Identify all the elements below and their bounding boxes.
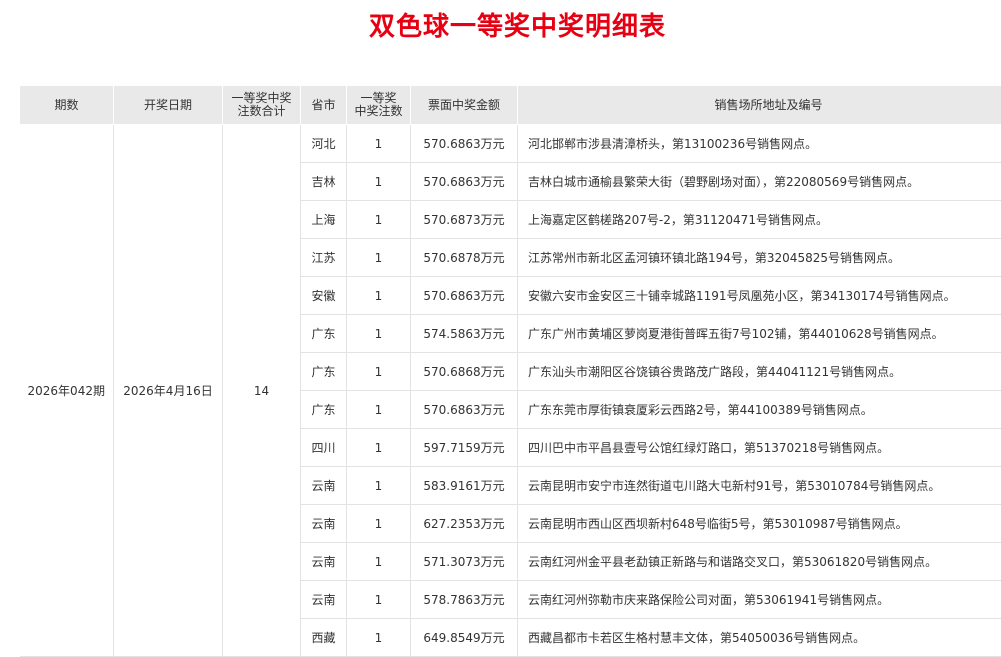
amount-cell: 574.5863万元 — [411, 315, 518, 353]
address-cell: 江苏常州市新北区孟河镇环镇北路194号，第32045825号销售网点。 — [518, 239, 1001, 277]
address-cell: 河北邯郸市涉县清漳桥头，第13100236号销售网点。 — [518, 125, 1001, 163]
count-cell: 1 — [347, 239, 411, 277]
province-cell: 河北 — [301, 125, 347, 163]
amount-cell: 597.7159万元 — [411, 429, 518, 467]
address-cell: 安徽六安市金安区三十铺幸城路1191号凤凰苑小区，第34130174号销售网点。 — [518, 277, 1001, 315]
count-cell: 1 — [347, 201, 411, 239]
header-address: 销售场所地址及编号 — [518, 86, 1001, 125]
amount-cell: 570.6863万元 — [411, 163, 518, 201]
amount-cell: 570.6863万元 — [411, 277, 518, 315]
amount-cell: 571.3073万元 — [411, 543, 518, 581]
province-cell: 云南 — [301, 467, 347, 505]
amount-cell: 583.9161万元 — [411, 467, 518, 505]
province-cell: 四川 — [301, 429, 347, 467]
province-cell: 江苏 — [301, 239, 347, 277]
total-winners-cell: 14 — [223, 125, 301, 657]
amount-cell: 627.2353万元 — [411, 505, 518, 543]
amount-cell: 570.6868万元 — [411, 353, 518, 391]
province-cell: 上海 — [301, 201, 347, 239]
header-period: 期数 — [20, 86, 114, 125]
page-title: 双色球一等奖中奖明细表 — [0, 6, 1001, 43]
province-cell: 广东 — [301, 315, 347, 353]
province-cell: 云南 — [301, 543, 347, 581]
address-cell: 四川巴中市平昌县壹号公馆红绿灯路口，第51370218号销售网点。 — [518, 429, 1001, 467]
header-total-winners: 一等奖中奖 注数合计 — [223, 86, 301, 125]
table-body: 2026年042期2026年4月16日14河北1570.6863万元河北邯郸市涉… — [20, 125, 1001, 657]
address-cell: 云南昆明市西山区西坝新村648号临街5号，第53010987号销售网点。 — [518, 505, 1001, 543]
count-cell: 1 — [347, 467, 411, 505]
table-row: 2026年042期2026年4月16日14河北1570.6863万元河北邯郸市涉… — [20, 125, 1001, 163]
count-cell: 1 — [347, 277, 411, 315]
province-cell: 西藏 — [301, 619, 347, 657]
province-cell: 安徽 — [301, 277, 347, 315]
amount-cell: 649.8549万元 — [411, 619, 518, 657]
header-count: 一等奖 中奖注数 — [347, 86, 411, 125]
count-cell: 1 — [347, 505, 411, 543]
address-cell: 吉林白城市通榆县繁荣大街（碧野剧场对面），第22080569号销售网点。 — [518, 163, 1001, 201]
header-date: 开奖日期 — [114, 86, 223, 125]
province-cell: 广东 — [301, 353, 347, 391]
address-cell: 上海嘉定区鹤槎路207号-2，第31120471号销售网点。 — [518, 201, 1001, 239]
province-cell: 云南 — [301, 505, 347, 543]
amount-cell: 570.6863万元 — [411, 125, 518, 163]
count-cell: 1 — [347, 125, 411, 163]
amount-cell: 570.6863万元 — [411, 391, 518, 429]
province-cell: 云南 — [301, 581, 347, 619]
table-header: 期数 开奖日期 一等奖中奖 注数合计 省市 一等奖 中奖注数 票面中奖金额 销售… — [20, 86, 1001, 125]
header-total-line1: 一等奖中奖 — [231, 91, 291, 105]
amount-cell: 578.7863万元 — [411, 581, 518, 619]
address-cell: 云南红河州弥勒市庆来路保险公司对面，第53061941号销售网点。 — [518, 581, 1001, 619]
address-cell: 广东东莞市厚街镇衰厦彩云西路2号，第44100389号销售网点。 — [518, 391, 1001, 429]
count-cell: 1 — [347, 581, 411, 619]
header-amount: 票面中奖金额 — [411, 86, 518, 125]
header-count-line2: 中奖注数 — [354, 104, 402, 118]
province-cell: 吉林 — [301, 163, 347, 201]
draw-date-cell: 2026年4月16日 — [114, 125, 223, 657]
header-row: 期数 开奖日期 一等奖中奖 注数合计 省市 一等奖 中奖注数 票面中奖金额 销售… — [20, 86, 1001, 125]
address-cell: 云南红河州金平县老勐镇正新路与和谐路交叉口，第53061820号销售网点。 — [518, 543, 1001, 581]
header-count-line1: 一等奖 — [360, 91, 396, 105]
count-cell: 1 — [347, 429, 411, 467]
count-cell: 1 — [347, 315, 411, 353]
amount-cell: 570.6873万元 — [411, 201, 518, 239]
address-cell: 广东汕头市潮阳区谷饶镇谷贵路茂广路段，第44041121号销售网点。 — [518, 353, 1001, 391]
header-total-line2: 注数合计 — [237, 104, 285, 118]
winners-table: 期数 开奖日期 一等奖中奖 注数合计 省市 一等奖 中奖注数 票面中奖金额 销售… — [19, 85, 1001, 657]
count-cell: 1 — [347, 391, 411, 429]
period-cell: 2026年042期 — [20, 125, 114, 657]
province-cell: 广东 — [301, 391, 347, 429]
address-cell: 西藏昌都市卡若区生格村慧丰文体，第54050036号销售网点。 — [518, 619, 1001, 657]
count-cell: 1 — [347, 543, 411, 581]
address-cell: 云南昆明市安宁市连然街道屯川路大屯新村91号，第53010784号销售网点。 — [518, 467, 1001, 505]
count-cell: 1 — [347, 353, 411, 391]
count-cell: 1 — [347, 619, 411, 657]
address-cell: 广东广州市黄埔区萝岗夏港街普晖五街7号102铺，第44010628号销售网点。 — [518, 315, 1001, 353]
header-province: 省市 — [301, 86, 347, 125]
count-cell: 1 — [347, 163, 411, 201]
amount-cell: 570.6878万元 — [411, 239, 518, 277]
